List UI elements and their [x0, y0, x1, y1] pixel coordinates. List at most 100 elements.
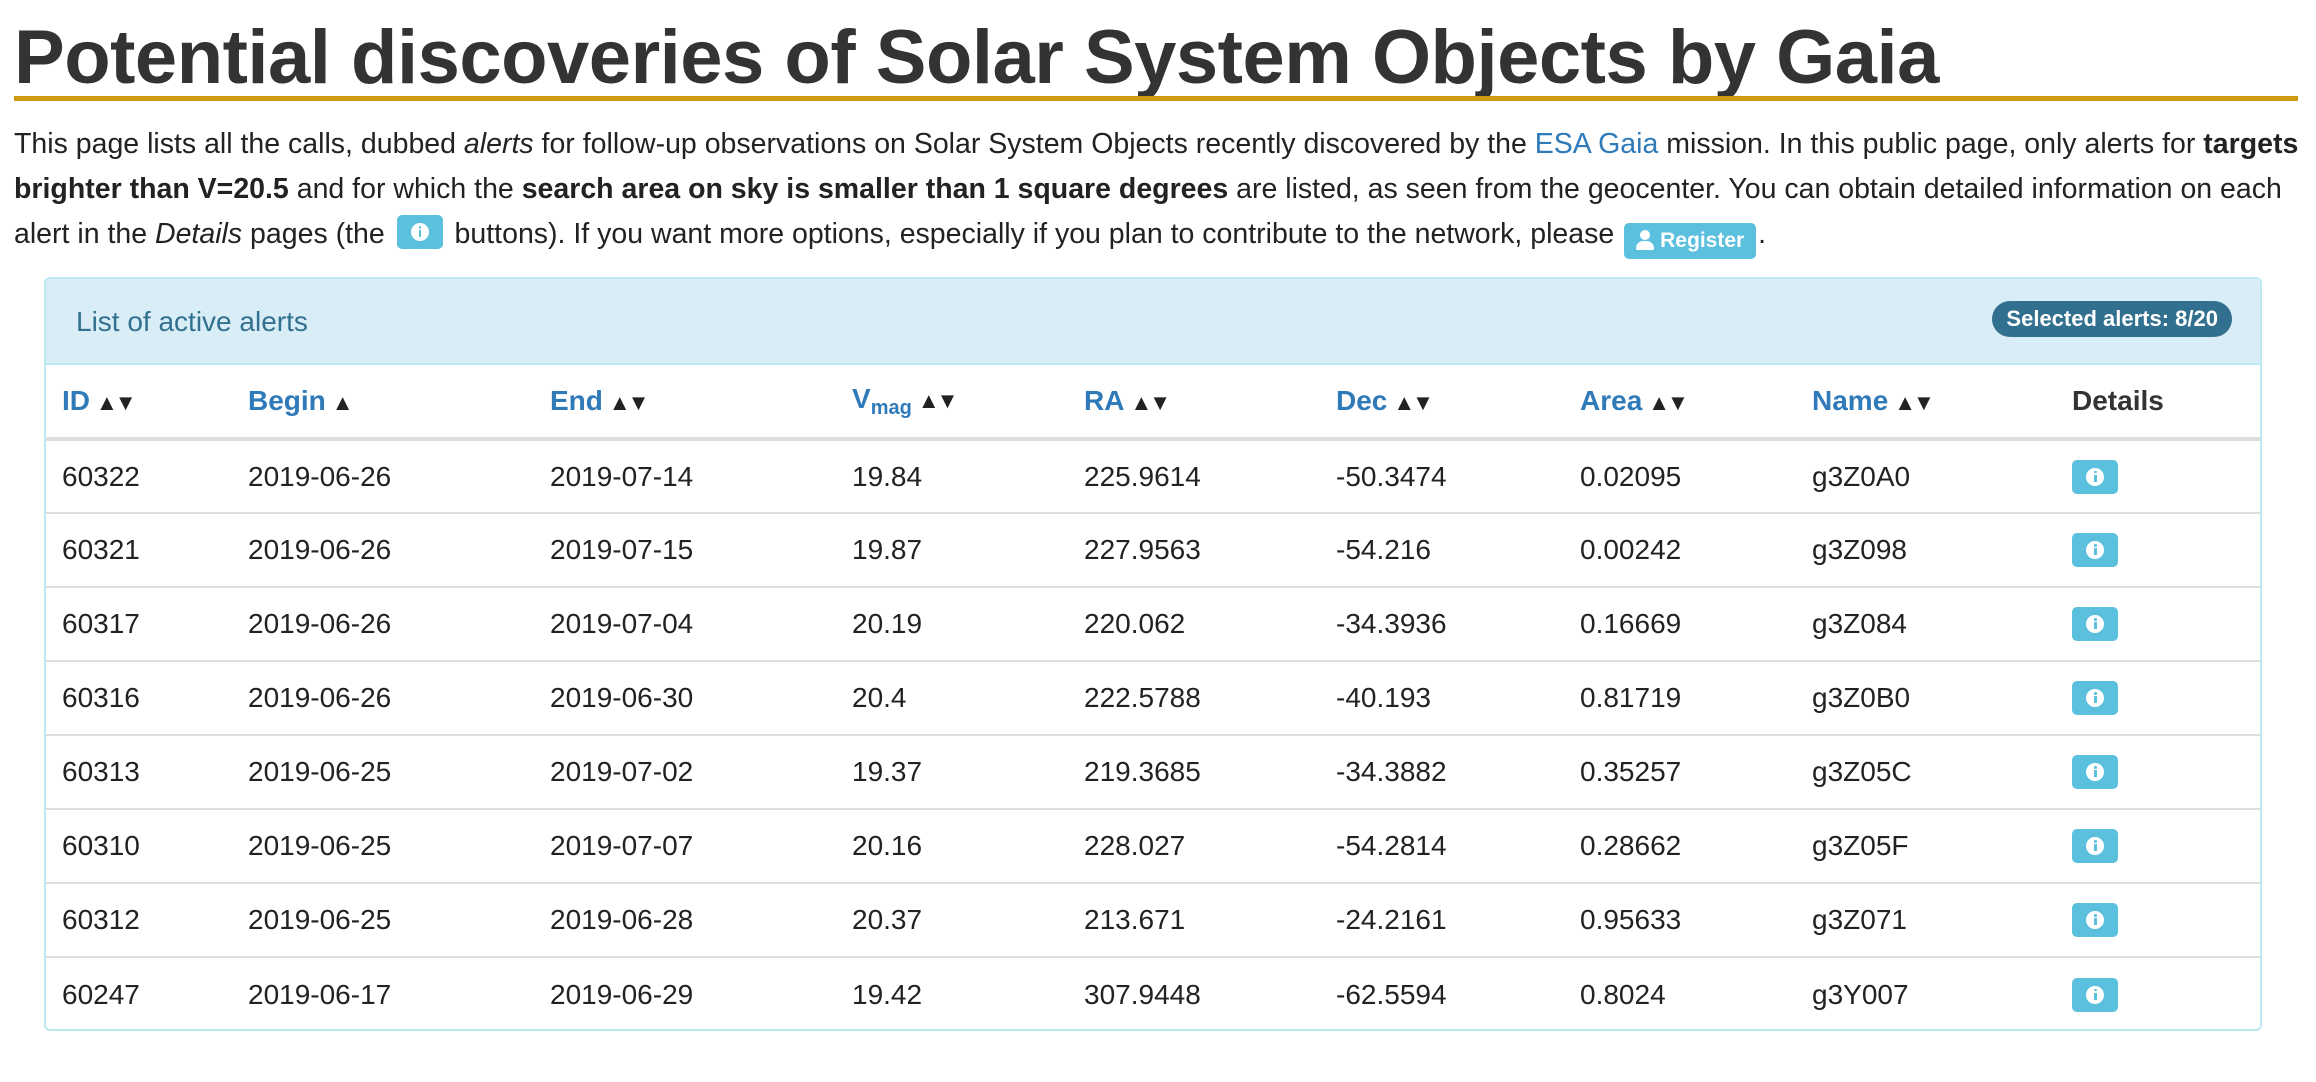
- intro-info-button[interactable]: [396, 215, 443, 249]
- column-header-area-label: Area: [1580, 385, 1643, 416]
- cell-begin: 2019-06-17: [232, 956, 534, 1029]
- cell-name: g3Y007: [1796, 956, 2056, 1029]
- cell-details: [2056, 586, 2260, 661]
- table-row: 60316 2019-06-26 2019-06-30 20.4 222.578…: [46, 660, 2260, 735]
- column-header-ra-label: RA: [1084, 385, 1125, 416]
- cell-ra: 222.5788: [1068, 660, 1320, 735]
- user-icon: [1636, 230, 1655, 250]
- details-button[interactable]: [2072, 533, 2118, 568]
- cell-end: 2019-07-07: [534, 808, 836, 883]
- cell-dec: -34.3882: [1320, 734, 1564, 809]
- cell-end: 2019-07-14: [550, 460, 694, 492]
- intro-text-1: This page lists all the calls, dubbed: [14, 128, 464, 160]
- details-button[interactable]: [2072, 607, 2118, 642]
- cell-dec: -54.2814: [1320, 808, 1564, 883]
- column-header-area[interactable]: Area ▲▼: [1564, 365, 1796, 441]
- cell-area: 0.95633: [1564, 882, 1796, 957]
- cell-ra: 307.9448: [1068, 956, 1320, 1029]
- cell-details: [2056, 882, 2260, 957]
- intro-text-7: buttons). If you want more options, espe…: [446, 218, 1623, 250]
- cell-begin: 2019-06-26: [232, 512, 534, 587]
- info-circle-icon: [2086, 763, 2104, 782]
- cell-vmag: 20.16: [836, 808, 1068, 883]
- table-row: 60310 2019-06-25 2019-07-07 20.16 228.02…: [46, 808, 2260, 883]
- column-header-vmag[interactable]: Vmag ▲▼: [836, 365, 1068, 441]
- column-header-end[interactable]: End ▲▼: [534, 365, 836, 441]
- alerts-table: ID ▲▼ Begin ▲ End ▲▼ Vmag ▲▼ RA ▲▼ Dec ▲▼ Area…: [46, 365, 2260, 1029]
- info-circle-icon: [2086, 837, 2104, 856]
- intro-text-6: pages (the: [242, 218, 393, 250]
- cell-name: g3Z084: [1796, 586, 2056, 661]
- column-header-ra[interactable]: RA ▲▼: [1068, 365, 1320, 441]
- cell-vmag: 20.19: [836, 586, 1068, 661]
- cell-end: 2019-06-30: [534, 660, 836, 735]
- table-row: 60313 2019-06-25 2019-07-02 19.37 219.36…: [46, 734, 2260, 809]
- cell-end: 2019-07-04: [534, 586, 836, 661]
- column-header-vmag-subscript: mag: [870, 396, 912, 419]
- table-row: 60322 2019-06-26 2019-07-14 19.84 225.96…: [46, 439, 2260, 513]
- column-header-dec[interactable]: Dec ▲▼: [1320, 365, 1564, 441]
- sort-icon: ▲▼: [1648, 390, 1689, 415]
- column-header-begin-label: Begin: [248, 385, 326, 416]
- details-button[interactable]: [2072, 829, 2118, 864]
- table-row: 60247 2019-06-17 2019-06-29 19.42 307.94…: [46, 956, 2260, 1029]
- cell-id: 60316: [46, 660, 232, 735]
- cell-ra: 219.3685: [1068, 734, 1320, 809]
- esa-gaia-link[interactable]: ESA Gaia: [1535, 128, 1659, 160]
- sort-icon: ▲▼: [1894, 390, 1935, 415]
- cell-end: 2019-06-28: [534, 882, 836, 957]
- cell-name: g3Z0B0: [1796, 660, 2056, 735]
- cell-dec: -24.2161: [1320, 882, 1564, 957]
- info-circle-icon: [2086, 615, 2104, 634]
- details-button[interactable]: [2072, 459, 2118, 494]
- cell-begin: 2019-06-25: [232, 808, 534, 883]
- selected-alerts-badge: Selected alerts: 8/20: [1992, 301, 2232, 337]
- cell-end: 2019-06-29: [534, 956, 836, 1029]
- cell-details: [2056, 956, 2260, 1029]
- details-button[interactable]: [2072, 755, 2118, 790]
- cell-name: g3Z071: [1796, 882, 2056, 957]
- column-header-id[interactable]: ID ▲▼: [46, 365, 232, 441]
- table-header-row: ID ▲▼ Begin ▲ End ▲▼ Vmag ▲▼ RA ▲▼ Dec ▲▼ Area…: [46, 365, 2260, 441]
- cell-vmag: 19.84: [852, 460, 923, 492]
- cell-dec: -50.3474: [1336, 460, 1447, 492]
- sort-icon: ▲▼: [1393, 390, 1434, 415]
- intro-alerts-emphasis: alerts: [463, 128, 534, 160]
- cell-begin: 2019-06-26: [232, 660, 534, 735]
- cell-id: 60312: [46, 882, 232, 957]
- cell-details: [2056, 660, 2260, 735]
- cell-vmag: 19.42: [836, 956, 1068, 1029]
- panel-title: List of active alerts: [76, 306, 308, 337]
- info-circle-icon: [410, 223, 429, 241]
- cell-end: 2019-07-15: [534, 512, 836, 587]
- cell-details: [2056, 512, 2260, 587]
- register-button[interactable]: Register: [1624, 223, 1757, 259]
- table-row: 60317 2019-06-26 2019-07-04 20.19 220.06…: [46, 586, 2260, 661]
- cell-ra: 227.9563: [1068, 512, 1320, 587]
- cell-vmag: 20.37: [836, 882, 1068, 957]
- cell-begin: 2019-06-26: [232, 586, 534, 661]
- info-circle-icon: [2086, 689, 2104, 708]
- cell-id: 60317: [46, 586, 232, 661]
- details-button[interactable]: [2072, 681, 2118, 716]
- cell-vmag: 19.37: [836, 734, 1068, 809]
- cell-details: [2056, 734, 2260, 809]
- table-row: 60321 2019-06-26 2019-07-15 19.87 227.95…: [46, 512, 2260, 587]
- column-header-end-label: End: [550, 385, 603, 416]
- cell-dec: -54.216: [1320, 512, 1564, 587]
- cell-details: [2056, 439, 2260, 513]
- details-button[interactable]: [2072, 977, 2118, 1012]
- column-header-vmag-label: V: [852, 382, 871, 414]
- sort-icon: ▲▼: [1130, 390, 1171, 415]
- cell-area: 0.35257: [1564, 734, 1796, 809]
- intro-paragraph: This page lists all the calls, dubbed al…: [14, 122, 2304, 259]
- sort-icon: ▲▼: [917, 387, 959, 413]
- cell-ra: 228.027: [1068, 808, 1320, 883]
- details-button[interactable]: [2072, 903, 2118, 938]
- cell-id: 60247: [46, 956, 232, 1029]
- column-header-name[interactable]: Name ▲▼: [1796, 365, 2056, 441]
- cell-details: [2056, 808, 2260, 883]
- column-header-begin[interactable]: Begin ▲: [232, 365, 534, 441]
- cell-ra: 213.671: [1068, 882, 1320, 957]
- cell-area: 0.28662: [1564, 808, 1796, 883]
